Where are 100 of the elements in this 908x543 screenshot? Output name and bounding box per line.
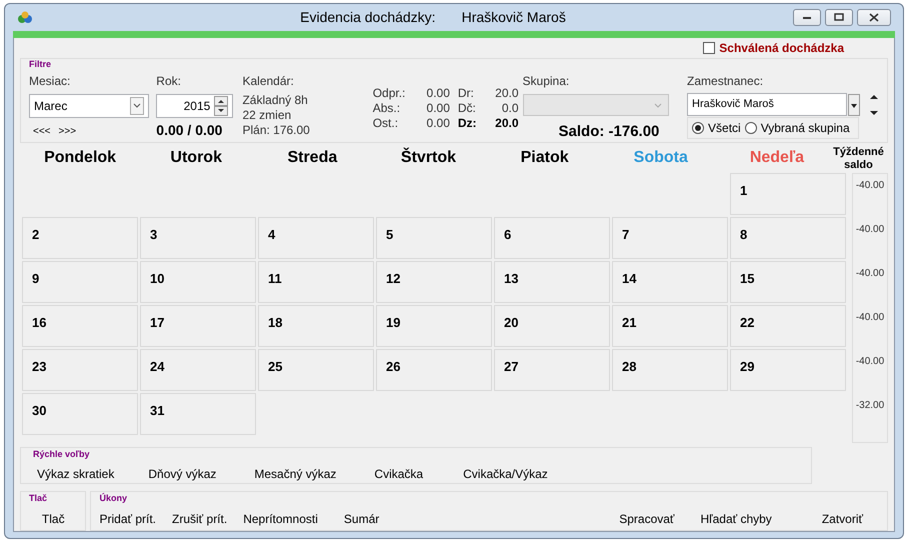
weekly-saldo-value: -40.00 — [854, 267, 886, 281]
action-button[interactable]: Spracovať — [619, 510, 674, 528]
day-cell[interactable]: 3 — [140, 217, 256, 259]
close-icon — [869, 12, 879, 22]
action-button[interactable]: Sumár — [344, 510, 380, 528]
day-cell[interactable]: 18 — [258, 305, 374, 347]
window-title: Evidencia dochádzky: — [300, 8, 436, 27]
calendar-label: Kalendár: — [242, 73, 295, 90]
day-cell[interactable]: 9 — [22, 261, 138, 303]
stat-value: 0.00 — [426, 101, 450, 116]
stat-value: 0.0 — [502, 101, 519, 116]
print-button[interactable]: Tlač — [42, 510, 65, 528]
day-cell[interactable]: 24 — [140, 349, 256, 391]
action-button[interactable]: Zatvoriť — [822, 510, 863, 528]
weekly-saldo-value: -40.00 — [854, 355, 886, 369]
approved-label: Schválená dochádzka — [719, 40, 844, 57]
stat-label: Odpr.: — [372, 86, 406, 101]
up-down-arrows-icon[interactable] — [869, 94, 880, 116]
stat-value: 20.0 — [495, 86, 519, 101]
action-button[interactable]: Zrušiť prít. — [172, 510, 228, 528]
month-select[interactable]: Marec — [29, 94, 149, 118]
year-spinner[interactable]: 2015 — [156, 94, 234, 118]
day-cell[interactable]: 4 — [258, 217, 374, 259]
day-cell[interactable]: 20 — [494, 305, 610, 347]
day-cell[interactable]: 12 — [376, 261, 492, 303]
day-cell[interactable]: 21 — [612, 305, 728, 347]
day-cell[interactable]: 5 — [376, 217, 492, 259]
maximize-icon — [834, 13, 844, 22]
quick-option-button[interactable]: Cvikačka — [374, 465, 424, 483]
weekday-label: Pondelok — [43, 148, 118, 168]
nav-link[interactable]: <<< — [33, 124, 51, 139]
weekday-label: Streda — [286, 148, 338, 168]
stat-value: 20.0 — [495, 116, 519, 131]
radio-label: Všetci — [708, 120, 741, 137]
nav-link[interactable]: >>> — [58, 124, 76, 139]
dropdown-icon[interactable] — [848, 94, 860, 116]
day-cell[interactable]: 1 — [730, 173, 846, 215]
field-label: Rok: — [156, 73, 182, 90]
weekly-saldo-value: -32.00 — [854, 399, 886, 413]
radio-button[interactable] — [692, 122, 704, 134]
weekday-label: Piatok — [520, 148, 570, 168]
field-label: Skupina: — [522, 73, 570, 90]
weekly-saldo-heading: Týždenné saldo — [832, 146, 885, 172]
day-cell[interactable]: 15 — [730, 261, 846, 303]
action-button[interactable]: Hľadať chyby — [700, 510, 772, 528]
day-cell[interactable]: 8 — [730, 217, 846, 259]
day-cell[interactable]: 6 — [494, 217, 610, 259]
stat-value: 0.00 — [426, 86, 450, 101]
close-button[interactable] — [857, 8, 891, 26]
day-cell[interactable]: 30 — [22, 393, 138, 435]
weekday-label: Štvrtok — [400, 146, 458, 168]
day-cell[interactable]: 25 — [258, 349, 374, 391]
day-cell[interactable]: 14 — [612, 261, 728, 303]
employee-name: Hraškovič Maroš — [462, 8, 566, 27]
quick-option-button[interactable]: Dňový výkaz — [148, 465, 216, 483]
group-heading: Úkony — [99, 494, 128, 503]
quick-option-button[interactable]: Cvikačka/Výkaz — [463, 465, 548, 483]
day-cell[interactable]: 19 — [376, 305, 492, 347]
day-cell[interactable]: 26 — [376, 349, 492, 391]
day-cell[interactable]: 23 — [22, 349, 138, 391]
stat-label: Dz: — [458, 116, 477, 131]
day-cell[interactable]: 31 — [140, 393, 256, 435]
calendar-info-line: Základný 8h — [242, 93, 309, 108]
day-cell[interactable]: 27 — [494, 349, 610, 391]
action-button[interactable]: Neprítomnosti — [243, 510, 318, 528]
employee-select[interactable]: Hraškovič Maroš — [687, 93, 848, 116]
day-cell[interactable]: 11 — [258, 261, 374, 303]
day-cell[interactable]: 16 — [22, 305, 138, 347]
maximize-button[interactable] — [825, 8, 853, 26]
action-button[interactable]: Pridať prít. — [99, 510, 156, 528]
stat-label: Dr: — [458, 86, 474, 101]
radio-button[interactable] — [744, 122, 757, 134]
stat-label: Dč: — [458, 101, 476, 116]
group-heading: Filtre — [29, 60, 52, 69]
weekday-label: Nedeľa — [748, 148, 806, 168]
day-cell[interactable]: 13 — [494, 261, 610, 303]
day-cell[interactable]: 10 — [140, 261, 256, 303]
stat-label: Abs.: — [372, 101, 400, 116]
approved-checkbox[interactable] — [703, 42, 716, 54]
day-cell[interactable]: 28 — [612, 349, 728, 391]
calendar-info-line: Plán: 176.00 — [242, 123, 311, 138]
day-cell[interactable]: 17 — [140, 305, 256, 347]
dropdown-icon — [130, 97, 144, 115]
minimize-button[interactable] — [793, 8, 821, 26]
group-heading: Tlač — [29, 494, 48, 503]
weekly-saldo-value: -40.00 — [854, 311, 886, 325]
day-cell[interactable]: 2 — [22, 217, 138, 259]
group-heading: Rýchle voľby — [33, 450, 90, 459]
day-cell[interactable]: 22 — [730, 305, 846, 347]
spin-arrows-icon — [214, 96, 228, 116]
weekday-label: Sobota — [632, 148, 689, 168]
app-icon — [17, 11, 33, 24]
minimize-icon — [802, 14, 812, 20]
stat-value: 0.00 — [426, 116, 450, 131]
weekly-saldo-value: -40.00 — [854, 179, 886, 193]
quick-option-button[interactable]: Výkaz skratiek — [37, 465, 114, 483]
day-cell[interactable]: 29 — [730, 349, 846, 391]
day-cell[interactable]: 7 — [612, 217, 728, 259]
totals-text: 0.00 / 0.00 — [156, 121, 224, 140]
quick-option-button[interactable]: Mesačný výkaz — [254, 465, 336, 483]
